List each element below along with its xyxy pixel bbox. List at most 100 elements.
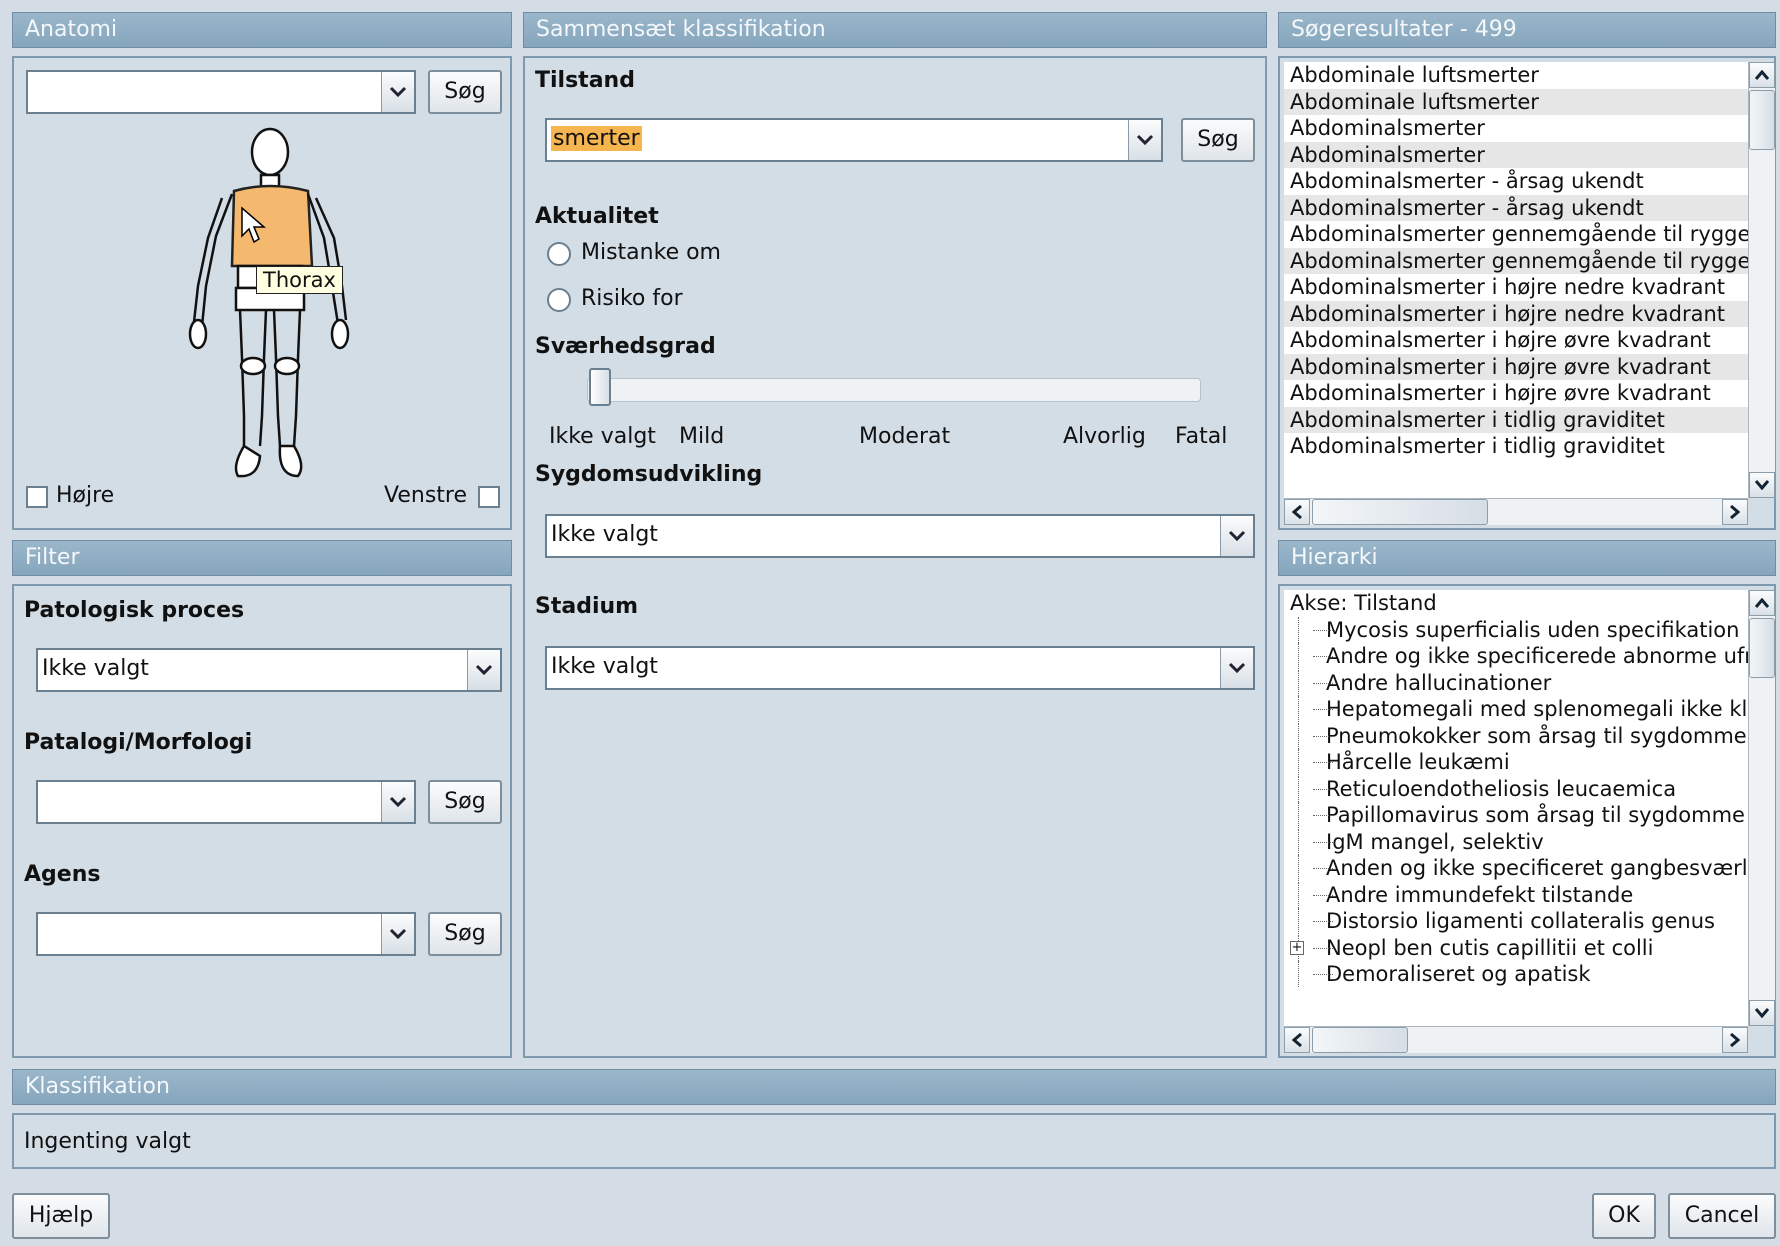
scroll-left-icon[interactable]: [1284, 1027, 1310, 1053]
scroll-right-icon[interactable]: [1722, 499, 1748, 525]
result-item[interactable]: Abdominalsmerter: [1284, 141, 1748, 168]
condition-search-button[interactable]: Søg: [1181, 118, 1255, 162]
results-header: Søgeresultater - 499: [1278, 12, 1776, 48]
compose-panel: Tilstand smerter Søg Aktualitet Mistanke…: [523, 56, 1267, 1058]
help-button[interactable]: Hjælp: [12, 1193, 110, 1239]
results-rows: Abdominale luftsmerter Abdominale luftsme…: [1284, 62, 1748, 460]
pathology-morphology-search-button[interactable]: Søg: [428, 780, 502, 824]
result-item[interactable]: Abdominale luftsmerter: [1284, 62, 1748, 89]
anatomy-search-combo[interactable]: [26, 70, 416, 114]
result-item[interactable]: Abdominalsmerter: [1284, 115, 1748, 142]
tree-item-label: Andre hallucinationer: [1326, 670, 1552, 695]
agens-combo[interactable]: [36, 912, 416, 956]
tree-item[interactable]: Distorsio ligamenti collateralis genus: [1284, 908, 1748, 935]
risk-radio[interactable]: [547, 288, 571, 312]
severity-tick-mild: Mild: [679, 424, 725, 449]
results-list[interactable]: Abdominale luftsmerter Abdominale luftsme…: [1284, 62, 1748, 498]
body-figure[interactable]: [174, 126, 354, 486]
result-item[interactable]: Abdominalsmerter i tidlig graviditet: [1284, 406, 1748, 433]
tree-item[interactable]: Anden og ikke specificeret gangbesværlig…: [1284, 855, 1748, 882]
result-item[interactable]: Abdominalsmerter gennemgående til ryggen: [1284, 221, 1748, 248]
chevron-down-icon[interactable]: [1128, 120, 1161, 160]
tree-item[interactable]: Reticuloendotheliosis leucaemica: [1284, 775, 1748, 803]
tree-item[interactable]: IgM mangel, selektiv: [1284, 828, 1748, 856]
result-item[interactable]: Abdominalsmerter i højre øvre kvadrant: [1284, 380, 1748, 407]
hierarchy-horizontal-scrollbar[interactable]: [1284, 1026, 1748, 1053]
pathologic-process-select[interactable]: Ikke valgt: [36, 648, 502, 692]
compose-header: Sammensæt klassifikation: [523, 12, 1267, 48]
tree-item[interactable]: Andre og ikke specificerede abnorme ufri…: [1284, 643, 1748, 670]
tree-item-label: Papillomavirus som årsag til sygdomme kl…: [1326, 803, 1748, 827]
results-horizontal-scrollbar[interactable]: [1284, 498, 1748, 525]
result-item[interactable]: Abdominalsmerter i tidlig graviditet: [1284, 433, 1748, 460]
classification-panel: Ingenting valgt: [12, 1113, 1776, 1169]
result-item[interactable]: Abdominalsmerter i højre nedre kvadrant: [1284, 274, 1748, 301]
anatomy-search-button[interactable]: Søg: [428, 70, 502, 114]
results-title: Søgeresultater - 499: [1291, 17, 1517, 42]
tree-item[interactable]: Andre hallucinationer: [1284, 669, 1748, 697]
hierarchy-vscroll-thumb[interactable]: [1749, 618, 1775, 678]
hierarchy-hscroll-thumb[interactable]: [1312, 1027, 1408, 1053]
tree-item[interactable]: Hepatomegali med splenomegali ikke klass…: [1284, 696, 1748, 723]
right-side-checkbox[interactable]: [26, 486, 48, 508]
development-select[interactable]: Ikke valgt: [545, 514, 1255, 558]
results-vertical-scrollbar[interactable]: [1748, 62, 1775, 498]
scroll-up-icon[interactable]: [1749, 62, 1775, 88]
tree-item[interactable]: Papillomavirus som årsag til sygdomme kl…: [1284, 802, 1748, 829]
classification-header: Klassifikation: [12, 1069, 1776, 1105]
condition-combo[interactable]: smerter: [545, 118, 1163, 162]
hierarchy-vertical-scrollbar[interactable]: [1748, 590, 1775, 1026]
chevron-down-icon[interactable]: [381, 72, 414, 112]
results-hscroll-thumb[interactable]: [1312, 499, 1488, 525]
scroll-down-icon[interactable]: [1749, 1000, 1775, 1026]
filter-header: Filter: [12, 540, 512, 576]
suspicion-radio[interactable]: [547, 242, 571, 266]
risk-label: Risiko for: [581, 286, 683, 311]
expand-plus-icon[interactable]: +: [1290, 940, 1304, 955]
chevron-down-icon[interactable]: [381, 914, 414, 954]
pathology-morphology-combo[interactable]: [36, 780, 416, 824]
severity-tick-none: Ikke valgt: [549, 424, 656, 449]
development-label: Sygdomsudvikling: [535, 462, 763, 487]
result-item[interactable]: Abdominalsmerter i højre nedre kvadrant: [1284, 300, 1748, 327]
stage-select[interactable]: Ikke valgt: [545, 646, 1255, 690]
scroll-up-icon[interactable]: [1749, 590, 1775, 616]
chevron-down-icon[interactable]: [1220, 516, 1253, 556]
chevron-down-icon[interactable]: [1220, 648, 1253, 688]
agens-search-button[interactable]: Søg: [428, 912, 502, 956]
tree-item[interactable]: + Neopl ben cutis capillitii et colli: [1284, 934, 1748, 962]
suspicion-label: Mistanke om: [581, 240, 721, 265]
tree-item[interactable]: Hårcelle leukæmi: [1284, 749, 1748, 776]
hierarchy-tree[interactable]: Akse: Tilstand Mycosis superficialis ude…: [1284, 590, 1748, 1026]
result-item[interactable]: Abdominalsmerter - årsag ukendt: [1284, 194, 1748, 221]
chevron-down-icon[interactable]: [467, 650, 500, 690]
tree-item[interactable]: Pneumokokker som årsag til sygdomme klas…: [1284, 722, 1748, 750]
tree-connector: [1298, 696, 1333, 722]
result-item[interactable]: Abdominale luftsmerter: [1284, 88, 1748, 115]
tree-item[interactable]: Mycosis superficialis uden specifikation: [1284, 616, 1748, 644]
result-item[interactable]: Abdominalsmerter i højre øvre kvadrant: [1284, 353, 1748, 380]
hierarchy-root[interactable]: Akse: Tilstand: [1284, 590, 1748, 617]
severity-slider-track[interactable]: [587, 378, 1201, 402]
stage-value[interactable]: Ikke valgt: [551, 654, 658, 679]
severity-slider-thumb[interactable]: [589, 368, 611, 406]
scroll-right-icon[interactable]: [1722, 1027, 1748, 1053]
tree-item[interactable]: Demoraliseret og apatisk: [1284, 961, 1748, 988]
result-item[interactable]: Abdominalsmerter gennemgående til ryggen: [1284, 247, 1748, 274]
condition-value[interactable]: smerter: [551, 126, 642, 151]
pathologic-process-value[interactable]: Ikke valgt: [42, 656, 149, 681]
left-side-checkbox[interactable]: [478, 486, 500, 508]
ok-button[interactable]: OK: [1592, 1193, 1656, 1239]
tree-item-label: Hepatomegali med splenomegali ikke klass…: [1326, 697, 1748, 721]
tree-item-label: Distorsio ligamenti collateralis genus: [1326, 909, 1715, 933]
cancel-button[interactable]: Cancel: [1668, 1193, 1776, 1239]
scroll-left-icon[interactable]: [1284, 499, 1310, 525]
scroll-down-icon[interactable]: [1749, 472, 1775, 498]
tree-item[interactable]: Andre immundefekt tilstande: [1284, 881, 1748, 909]
result-item[interactable]: Abdominalsmerter - årsag ukendt: [1284, 168, 1748, 195]
development-value[interactable]: Ikke valgt: [551, 522, 658, 547]
results-vscroll-thumb[interactable]: [1749, 90, 1775, 150]
chevron-down-icon[interactable]: [381, 782, 414, 822]
result-item[interactable]: Abdominalsmerter i højre øvre kvadrant: [1284, 327, 1748, 354]
tree-connector: [1298, 802, 1333, 828]
